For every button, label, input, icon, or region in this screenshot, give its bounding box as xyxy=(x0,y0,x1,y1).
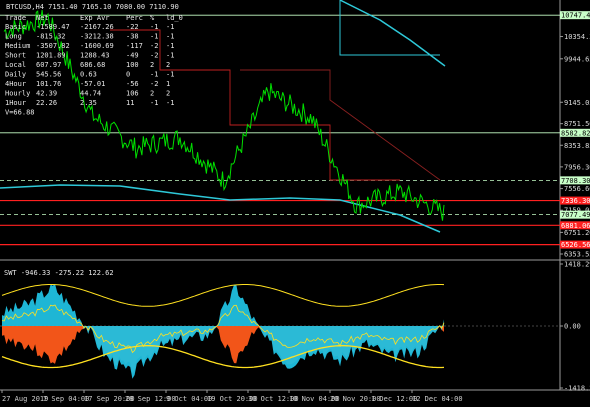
price-tick-label: 8751.50 xyxy=(564,120,590,128)
time-tick-label: 1 Dec 12:00 xyxy=(371,395,417,403)
stats-cell: -1 xyxy=(166,23,174,31)
stats-cell: -1589.47 xyxy=(36,23,70,31)
stats-cell: 2 xyxy=(166,61,170,69)
stats-cell: 101.76 xyxy=(36,80,61,88)
stats-header: Trade xyxy=(5,14,26,22)
stats-cell: -1 xyxy=(166,33,174,41)
stats-cell: Long xyxy=(5,33,22,41)
stats-cell: Daily xyxy=(5,71,26,79)
stats-cell: 607.97 xyxy=(36,61,61,69)
indicator-axis-ticks: 1418.29 0.00 -1418.29 xyxy=(560,261,590,393)
stats-header: Perc xyxy=(126,14,143,22)
stats-cell: -1600.69 xyxy=(80,42,114,50)
stats-cell: -22 xyxy=(126,23,139,31)
indicator-tick-label: 0.00 xyxy=(564,323,581,331)
stats-cell: 42.39 xyxy=(36,90,57,98)
stats-header: ld_0 xyxy=(166,14,183,22)
price-marker-label: 7708.30 xyxy=(561,177,590,185)
stats-cell: -57.01 xyxy=(80,80,105,88)
stats-cell: 1288.43 xyxy=(80,52,110,60)
price-marker-label: 6526.56 xyxy=(561,241,590,249)
stats-cell: Medium xyxy=(5,42,30,50)
stats-cell: -2 xyxy=(150,80,158,88)
price-marker-label: 10747.45 xyxy=(561,12,590,20)
stats-cell: -3507.82 xyxy=(36,42,70,50)
price-markers: 10747.45 8582.82 7708.30 7336.30 7077.49 6881… xyxy=(560,11,590,249)
price-marker-label: 7336.30 xyxy=(561,197,590,205)
stats-cell: 2.35 xyxy=(80,99,97,107)
price-tick-label: 6751.20 xyxy=(564,229,590,237)
stats-extra: V=66.88 xyxy=(5,109,35,117)
stats-cell: Short xyxy=(5,52,26,60)
stats-cell: -1 xyxy=(150,71,158,79)
stats-cell: -2 xyxy=(150,42,158,50)
price-marker-label: 8582.82 xyxy=(561,129,590,137)
stats-cell: 545.56 xyxy=(36,71,61,79)
time-tick-label: 27 Aug 2019 xyxy=(2,395,48,403)
price-marker-label: 7077.49 xyxy=(561,211,590,219)
stats-cell: -1 xyxy=(166,99,174,107)
stats-cell: 22.26 xyxy=(36,99,57,107)
indicator-tick-label: 1418.29 xyxy=(564,261,590,269)
stats-cell: 0.63 xyxy=(80,71,97,79)
stats-cell: Hourly xyxy=(5,90,30,98)
stats-cell: -38 xyxy=(126,33,139,41)
price-tick-label: 9944.65 xyxy=(564,55,590,63)
indicator-tick-label: -1418.29 xyxy=(564,385,590,393)
stats-cell: -3212.38 xyxy=(80,33,114,41)
stats-cell: 2 xyxy=(150,90,154,98)
stats-cell: 106 xyxy=(126,90,139,98)
price-marker-label: 6881.06 xyxy=(561,222,590,230)
time-axis-ticks: 27 Aug 20197 Sep 04:0017 Sep 20:0028 Sep… xyxy=(1,390,463,403)
stats-cell: -56 xyxy=(126,80,139,88)
price-tick-label: 7956.30 xyxy=(564,163,590,171)
stats-cell: 1Hour xyxy=(5,99,26,107)
stats-cell: -1 xyxy=(150,99,158,107)
price-tick-label: 7556.60 xyxy=(564,185,590,193)
stats-cell: 100 xyxy=(126,61,139,69)
stats-cell: 11 xyxy=(126,99,134,107)
stats-cell: -117 xyxy=(126,42,143,50)
stats-cell: 2 xyxy=(166,90,170,98)
stats-cell: -1 xyxy=(166,71,174,79)
time-tick-label: 9 Oct 04:00 xyxy=(166,395,212,403)
price-tick-label: 10354.35 xyxy=(564,33,590,41)
price-tick-label: 8353.85 xyxy=(564,142,590,150)
price-tick-label: 6353.55 xyxy=(564,251,590,259)
price-tick-label: 9145.05 xyxy=(564,99,590,107)
stats-cell: -1 xyxy=(150,33,158,41)
stats-cell: Basic xyxy=(5,23,26,31)
time-tick-label: 12 Dec 04:00 xyxy=(412,395,463,403)
time-tick-label: 7 Sep 04:00 xyxy=(43,395,89,403)
stats-cell: 1 xyxy=(166,80,170,88)
stats-header: Net xyxy=(36,14,49,22)
stats-cell: -815.32 xyxy=(36,33,66,41)
chart-window: Trade Net Exp Avr Perc% ld_0Basic -1589.47 -21… xyxy=(0,0,590,403)
indicator-panel xyxy=(0,262,560,388)
indicator-label: SWT -946.33 -275.22 122.62 xyxy=(4,269,114,277)
stats-cell: 2 xyxy=(150,61,154,69)
stats-header: Exp Avr xyxy=(80,14,110,22)
stats-cell: 0 xyxy=(126,71,130,79)
stats-cell: 1201.89 xyxy=(36,52,66,60)
stats-cell: 4Hour xyxy=(5,80,26,88)
symbol-header: BTCUSD,H4 7151.40 7165.10 7080.00 7110.9… xyxy=(6,3,179,11)
stats-cell: -49 xyxy=(126,52,139,60)
stats-cell: -1 xyxy=(166,52,174,60)
stats-cell: Local xyxy=(5,61,26,69)
stats-cell: -2 xyxy=(150,52,158,60)
stats-cell: -2167.26 xyxy=(80,23,114,31)
stats-cell: -1 xyxy=(166,42,174,50)
stats-cell: 686.68 xyxy=(80,61,105,69)
stats-cell: 44.74 xyxy=(80,90,101,98)
stats-cell: -1 xyxy=(150,23,158,31)
